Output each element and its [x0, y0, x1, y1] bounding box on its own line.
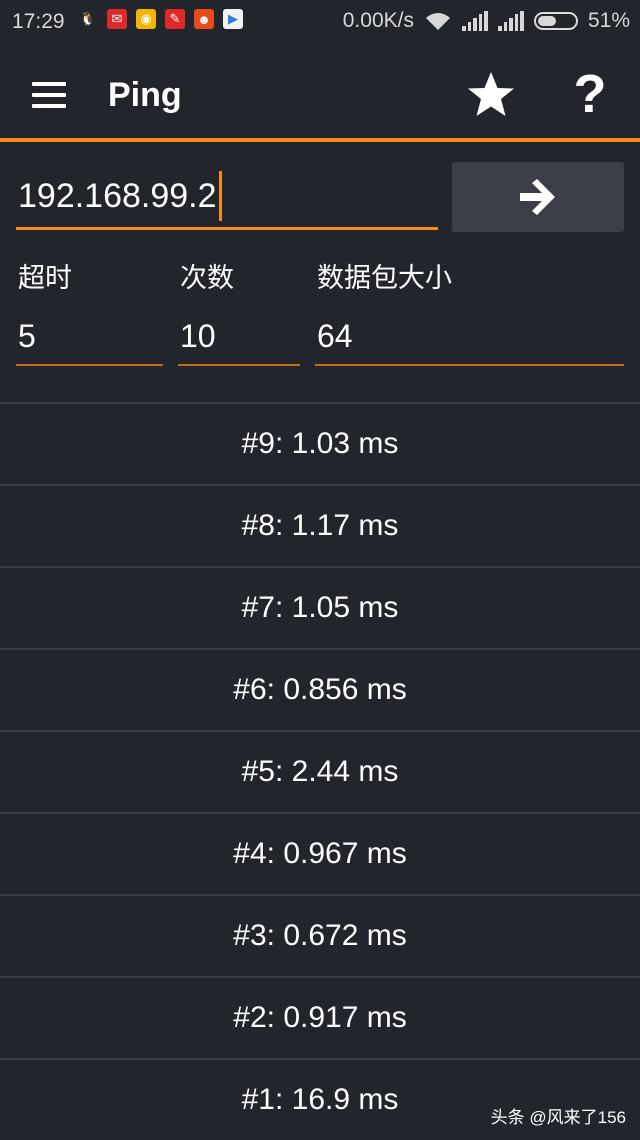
status-bar: 17:29 🐧 ✉ ◉ ✎ ☻ ▶ 0.00K/s 51% [0, 0, 640, 44]
result-row: #8: 1.17 ms [0, 484, 640, 566]
watermark: 头条 @风来了156 [490, 1108, 626, 1127]
count-label: 次数 [180, 263, 234, 293]
menu-icon[interactable] [28, 80, 72, 110]
notification-icons: 🐧 ✉ ◉ ✎ ☻ ▶ [78, 9, 243, 29]
battery-percent: 51% [587, 9, 630, 32]
packet-size-label: 数据包大小 [317, 263, 452, 293]
host-input-value: 192.168.99.2 [18, 176, 217, 215]
qq-icon: 🐧 [78, 9, 98, 29]
packet-size-field[interactable]: 64 [315, 310, 624, 366]
app-icon-red-1: ✉ [107, 9, 127, 29]
timeout-field[interactable]: 5 [16, 310, 163, 366]
result-row: #4: 0.967 ms [0, 812, 640, 894]
help-icon[interactable]: ? [568, 64, 612, 124]
app-icon-red-2: ✎ [165, 9, 185, 29]
result-row: #6: 0.856 ms [0, 648, 640, 730]
start-ping-button[interactable] [452, 162, 624, 232]
battery-fill [537, 16, 556, 26]
timeout-label: 超时 [18, 263, 72, 293]
status-time: 17:29 [12, 10, 65, 33]
signal-icon [461, 11, 488, 31]
result-row: #3: 0.672 ms [0, 894, 640, 976]
result-row: #5: 2.44 ms [0, 730, 640, 812]
host-input[interactable]: 192.168.99.2 [16, 164, 438, 230]
result-row: #9: 1.03 ms [0, 402, 640, 484]
results-list[interactable]: #9: 1.03 ms #8: 1.17 ms #7: 1.05 ms #6: … [0, 402, 640, 1140]
signal-icon-2 [497, 11, 524, 31]
star-icon[interactable] [464, 70, 518, 120]
toolbar [0, 44, 640, 138]
app-icon-white: ▶ [223, 9, 243, 29]
page-title: Ping [108, 76, 182, 114]
weibo-icon: ◉ [136, 9, 156, 29]
wifi-icon [425, 13, 450, 30]
text-caret [218, 170, 222, 221]
app-icon-orange: ☻ [194, 9, 214, 29]
count-field[interactable]: 10 [178, 310, 300, 366]
arrow-right-icon [520, 179, 555, 215]
status-indicators: 0.00K/s 51% [343, 9, 630, 33]
battery-icon [533, 12, 578, 30]
network-speed: 0.00K/s [342, 9, 414, 32]
result-row: #7: 1.05 ms [0, 566, 640, 648]
toolbar-accent-line [0, 138, 640, 142]
result-row: #2: 0.917 ms [0, 976, 640, 1058]
